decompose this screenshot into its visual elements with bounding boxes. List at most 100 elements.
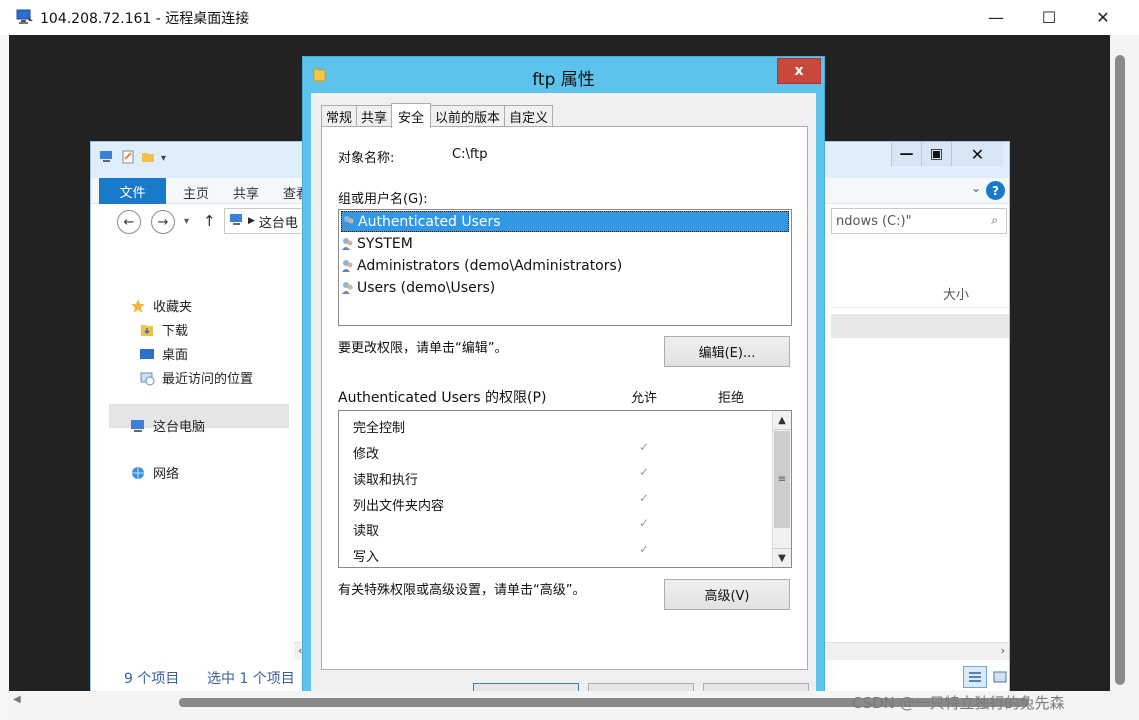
- user-group-icon: [341, 259, 354, 273]
- dialog-close-button[interactable]: x: [777, 58, 821, 84]
- tab-security[interactable]: 安全: [391, 103, 432, 128]
- change-permissions-hint: 要更改权限，请单击“编辑”。: [338, 341, 508, 356]
- permission-modify: 修改: [353, 447, 380, 462]
- rdp-maximize-button[interactable]: ☐: [1026, 0, 1072, 35]
- dialog-title: ftp 属性: [532, 70, 595, 90]
- help-icon[interactable]: ?: [986, 181, 1005, 200]
- permissions-scrollbar[interactable]: ▲ ≡ ▼: [772, 411, 791, 567]
- permission-read-execute: 读取和执行: [353, 473, 419, 488]
- quick-access-toolbar: ▾: [99, 150, 166, 167]
- item-count: 9 个项目: [124, 671, 180, 687]
- object-name-label: 对象名称:: [338, 151, 395, 166]
- this-pc-icon: [229, 213, 244, 230]
- nav-item-downloads[interactable]: 下载: [138, 320, 188, 339]
- scroll-left-icon[interactable]: ◀: [13, 694, 21, 705]
- permissions-label: Authenticated Users 的权限(P): [338, 390, 547, 406]
- ftp-properties-dialog: ftp 属性 x 常规 共享 安全 以前的版本 自定义 对象名称: C:\ftp…: [302, 56, 825, 691]
- scroll-up-icon[interactable]: ▲: [773, 411, 791, 430]
- group-or-user-list[interactable]: Authenticated Users SYSTEM Administrator…: [338, 209, 792, 326]
- navigation-pane: 收藏夹 下载 桌面 最近访问的位置 这台电脑 网络: [91, 238, 301, 638]
- nav-item-network[interactable]: 网络: [129, 463, 179, 482]
- edit-button[interactable]: 编辑(E)...: [664, 336, 790, 367]
- ribbon-expand-icon[interactable]: ⌄: [971, 181, 981, 195]
- nav-item-this-pc[interactable]: 这台电脑: [129, 416, 205, 435]
- remote-desktop-viewport: ▾ — ▣ ✕ 文件 主页 共享 查看 ⌄ ? ← → ▾ ↑ ▶ 这台电 nd…: [9, 35, 1110, 691]
- user-group-icon: [341, 237, 354, 251]
- breadcrumb-this-pc[interactable]: 这台电: [259, 212, 298, 231]
- deny-column-header: 拒绝: [718, 391, 745, 406]
- ribbon-tab-home[interactable]: 主页: [183, 183, 209, 202]
- user-item-administrators[interactable]: Administrators (demo\Administrators): [341, 255, 789, 276]
- file-list-column-header: 大小: [831, 278, 1009, 308]
- details-view-icon[interactable]: [963, 666, 987, 688]
- permissions-scroll-thumb[interactable]: ≡: [774, 431, 790, 528]
- selected-file-row[interactable]: [831, 314, 1009, 338]
- permission-full-control: 完全控制: [353, 421, 406, 436]
- scroll-right-icon[interactable]: ›: [1001, 644, 1005, 657]
- recent-locations-dropdown-icon[interactable]: ▾: [184, 216, 189, 227]
- dialog-body: 常规 共享 安全 以前的版本 自定义 对象名称: C:\ftp 组或用户名(G)…: [311, 93, 816, 691]
- rdp-minimize-button[interactable]: —: [973, 0, 1019, 35]
- tab-previous-versions[interactable]: 以前的版本: [430, 105, 506, 127]
- recent-places-icon: [138, 370, 156, 386]
- explorer-maximize-button[interactable]: ▣: [921, 142, 951, 166]
- nav-item-desktop[interactable]: 桌面: [138, 344, 188, 363]
- remote-desktop-icon: [16, 9, 34, 25]
- allow-column-header: 允许: [631, 391, 658, 406]
- tab-customize[interactable]: 自定义: [504, 105, 554, 127]
- apply-button[interactable]: [703, 683, 809, 691]
- ribbon-tab-share[interactable]: 共享: [233, 183, 259, 202]
- search-icon[interactable]: ⌕: [991, 213, 998, 228]
- dialog-tabs: 常规 共享 安全 以前的版本 自定义: [321, 103, 554, 128]
- tab-general[interactable]: 常规: [321, 105, 358, 127]
- column-header-size[interactable]: 大小: [943, 284, 969, 303]
- csdn-watermark: CSDN @一只特立独行的兔先森: [852, 694, 1065, 712]
- star-icon: [129, 298, 147, 314]
- search-placeholder: ndows (C:)": [836, 213, 912, 229]
- explorer-close-button[interactable]: ✕: [951, 142, 1003, 166]
- rdp-titlebar: 104.208.72.161 - 远程桌面连接 — ☐ ✕: [0, 0, 1139, 35]
- advanced-button[interactable]: 高级(V): [664, 579, 790, 610]
- permission-list-folder: 列出文件夹内容: [353, 499, 445, 514]
- permission-read: 读取: [353, 524, 380, 539]
- nav-item-favorites[interactable]: 收藏夹: [129, 296, 192, 315]
- nav-item-recent[interactable]: 最近访问的位置: [138, 368, 253, 387]
- permission-write: 写入: [353, 550, 380, 565]
- ok-button[interactable]: [473, 683, 579, 691]
- advanced-settings-hint: 有关特殊权限或高级设置，请单击“高级”。: [338, 583, 586, 598]
- object-name-value: C:\ftp: [452, 147, 488, 162]
- search-input[interactable]: ndows (C:)" ⌕: [831, 208, 1007, 234]
- this-pc-icon: [129, 418, 147, 434]
- breadcrumb-chevron-icon[interactable]: ▶: [248, 216, 255, 226]
- network-icon: [129, 465, 147, 481]
- qat-dropdown-icon[interactable]: ▾: [161, 153, 166, 164]
- rdp-close-button[interactable]: ✕: [1080, 0, 1126, 35]
- rdp-left-edge: [0, 35, 9, 720]
- properties-icon[interactable]: [121, 150, 135, 167]
- ribbon-tab-file[interactable]: 文件: [99, 178, 166, 204]
- large-icons-view-icon[interactable]: [990, 666, 1010, 688]
- group-or-user-label: 组或用户名(G):: [338, 192, 428, 207]
- user-item-authenticated-users[interactable]: Authenticated Users: [341, 211, 789, 232]
- user-item-users[interactable]: Users (demo\Users): [341, 277, 789, 298]
- allow-check-read: ✓: [639, 516, 650, 530]
- allow-check-read-execute: ✓: [639, 465, 650, 479]
- up-arrow-icon[interactable]: ↑: [203, 212, 216, 230]
- allow-check-list-folder: ✓: [639, 491, 650, 505]
- selected-count: 选中 1 个项目: [207, 671, 295, 687]
- explorer-minimize-button[interactable]: —: [891, 142, 921, 166]
- user-group-icon: [342, 215, 355, 229]
- scroll-down-icon[interactable]: ▼: [773, 548, 791, 567]
- this-pc-icon[interactable]: [99, 150, 115, 167]
- forward-button[interactable]: →: [151, 210, 175, 234]
- back-button[interactable]: ←: [117, 210, 141, 234]
- dialog-bottom-buttons: [311, 683, 816, 691]
- user-item-system[interactable]: SYSTEM: [341, 233, 789, 254]
- tab-sharing[interactable]: 共享: [356, 105, 393, 127]
- user-group-icon: [341, 281, 354, 295]
- permissions-list[interactable]: 完全控制 修改 ✓ 读取和执行 ✓ 列出文件夹内容 ✓ 读取 ✓ 写入 ✓ ▲ …: [338, 410, 792, 568]
- cancel-button[interactable]: [588, 683, 694, 691]
- rdp-vertical-scrollbar[interactable]: [1110, 35, 1139, 691]
- rdp-vscroll-thumb[interactable]: [1115, 55, 1125, 685]
- new-folder-icon[interactable]: [141, 150, 155, 167]
